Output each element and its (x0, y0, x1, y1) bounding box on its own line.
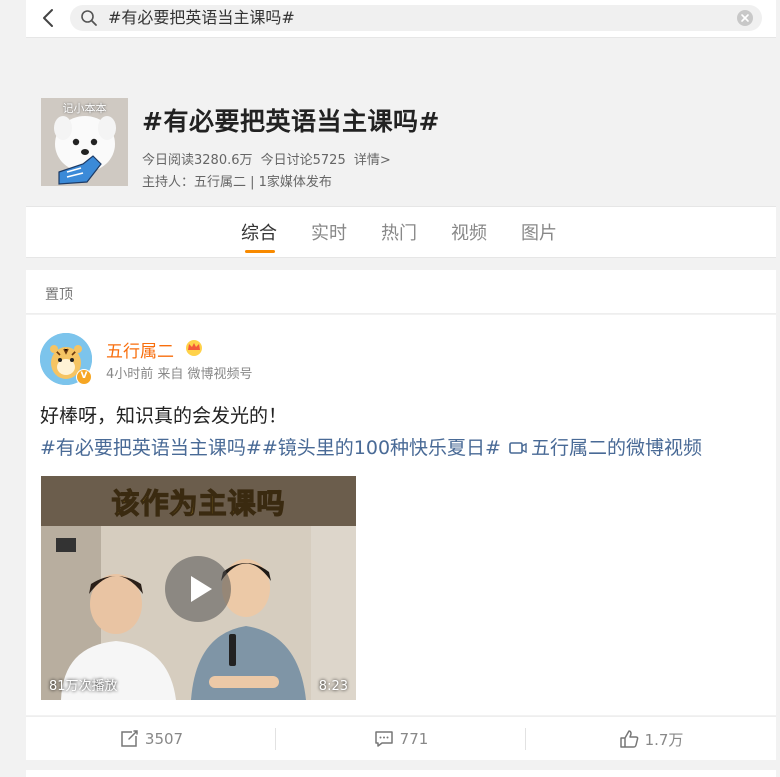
read-count: 今日阅读3280.6万 (142, 153, 253, 168)
video-duration: 8:23 (318, 679, 348, 694)
post-actions: 3507 771 1.7万 (26, 716, 776, 760)
active-tab-indicator (245, 250, 275, 253)
topic-title: #有必要把英语当主课吗# (142, 107, 440, 136)
tab-comprehensive[interactable]: 综合 (241, 219, 277, 245)
post-text: 好棒呀，知识真的会发光的！ (40, 405, 288, 427)
topic-cover-image: 记小本本 (41, 98, 128, 186)
video-link-icon (509, 442, 527, 454)
tab-hot[interactable]: 热门 (381, 219, 417, 245)
hashtag-link[interactable]: #镜头里的100种快乐夏日# (262, 437, 501, 459)
video-source-link[interactable]: 五行属二的微博视频 (531, 437, 702, 459)
comment-button[interactable]: 771 (276, 717, 526, 761)
tab-images[interactable]: 图片 (521, 219, 557, 245)
discussion-count: 今日讨论5725 (260, 153, 346, 168)
cover-label: 记小本本 (62, 102, 107, 115)
pinned-section-header: 置顶 (26, 270, 776, 314)
back-icon[interactable] (38, 6, 60, 30)
like-count: 1.7万 (644, 730, 684, 749)
post-username[interactable]: 五行属二 (106, 337, 174, 362)
tab-bar: 综合 实时 热门 视频 图片 (26, 206, 776, 258)
repost-button[interactable]: 3507 (26, 717, 276, 761)
topic-host: 主持人：五行属二 | 1家媒体发布 (142, 175, 332, 190)
video-thumbnail[interactable]: 该作为主课吗 81万次播放 8:23 (41, 476, 356, 700)
post-card: V 五行属二 4小时前 来自 微博视频号 好棒呀，知识真的会发光的！ #有必要把… (26, 315, 776, 715)
verified-badge-icon: V (76, 369, 92, 385)
play-button[interactable] (165, 556, 231, 622)
post-meta: 4小时前 来自 微博视频号 (106, 367, 253, 382)
search-icon (80, 9, 98, 27)
topic-stats: 今日阅读3280.6万 今日讨论5725 详情> (142, 149, 395, 168)
comment-count: 771 (399, 730, 429, 748)
top-bar: #有必要把英语当主课吗# (26, 0, 776, 38)
hashtag-link[interactable]: #有必要把英语当主课吗# (40, 437, 262, 459)
post-tags: #有必要把英语当主课吗##镜头里的100种快乐夏日# 五行属二的微博视频 (40, 433, 702, 460)
search-query: #有必要把英语当主课吗# (108, 8, 295, 27)
tab-video[interactable]: 视频 (451, 219, 487, 245)
crown-icon (184, 338, 204, 356)
video-title: 该作为主课吗 (111, 486, 286, 520)
topic-header: 记小本本 #有必要把英语当主课吗# 今日阅读3280.6万 今日讨论5725 详… (26, 88, 776, 204)
thumbs-up-icon (619, 730, 638, 748)
share-icon (121, 730, 138, 747)
like-button[interactable]: 1.7万 (526, 717, 776, 761)
clear-icon[interactable] (736, 9, 754, 27)
pinned-label: 置顶 (45, 287, 73, 303)
tab-realtime[interactable]: 实时 (311, 219, 347, 245)
search-input[interactable]: #有必要把英语当主课吗# (70, 5, 762, 31)
play-count: 81万次播放 (49, 679, 118, 694)
next-card-edge (26, 770, 776, 777)
comment-icon (374, 731, 393, 747)
repost-count: 3507 (144, 730, 184, 748)
detail-link[interactable]: 详情> (354, 153, 391, 168)
weibo-page: #有必要把英语当主课吗# 记小本本 #有必要把英语当主课吗# 今日阅读3280.… (26, 0, 776, 777)
